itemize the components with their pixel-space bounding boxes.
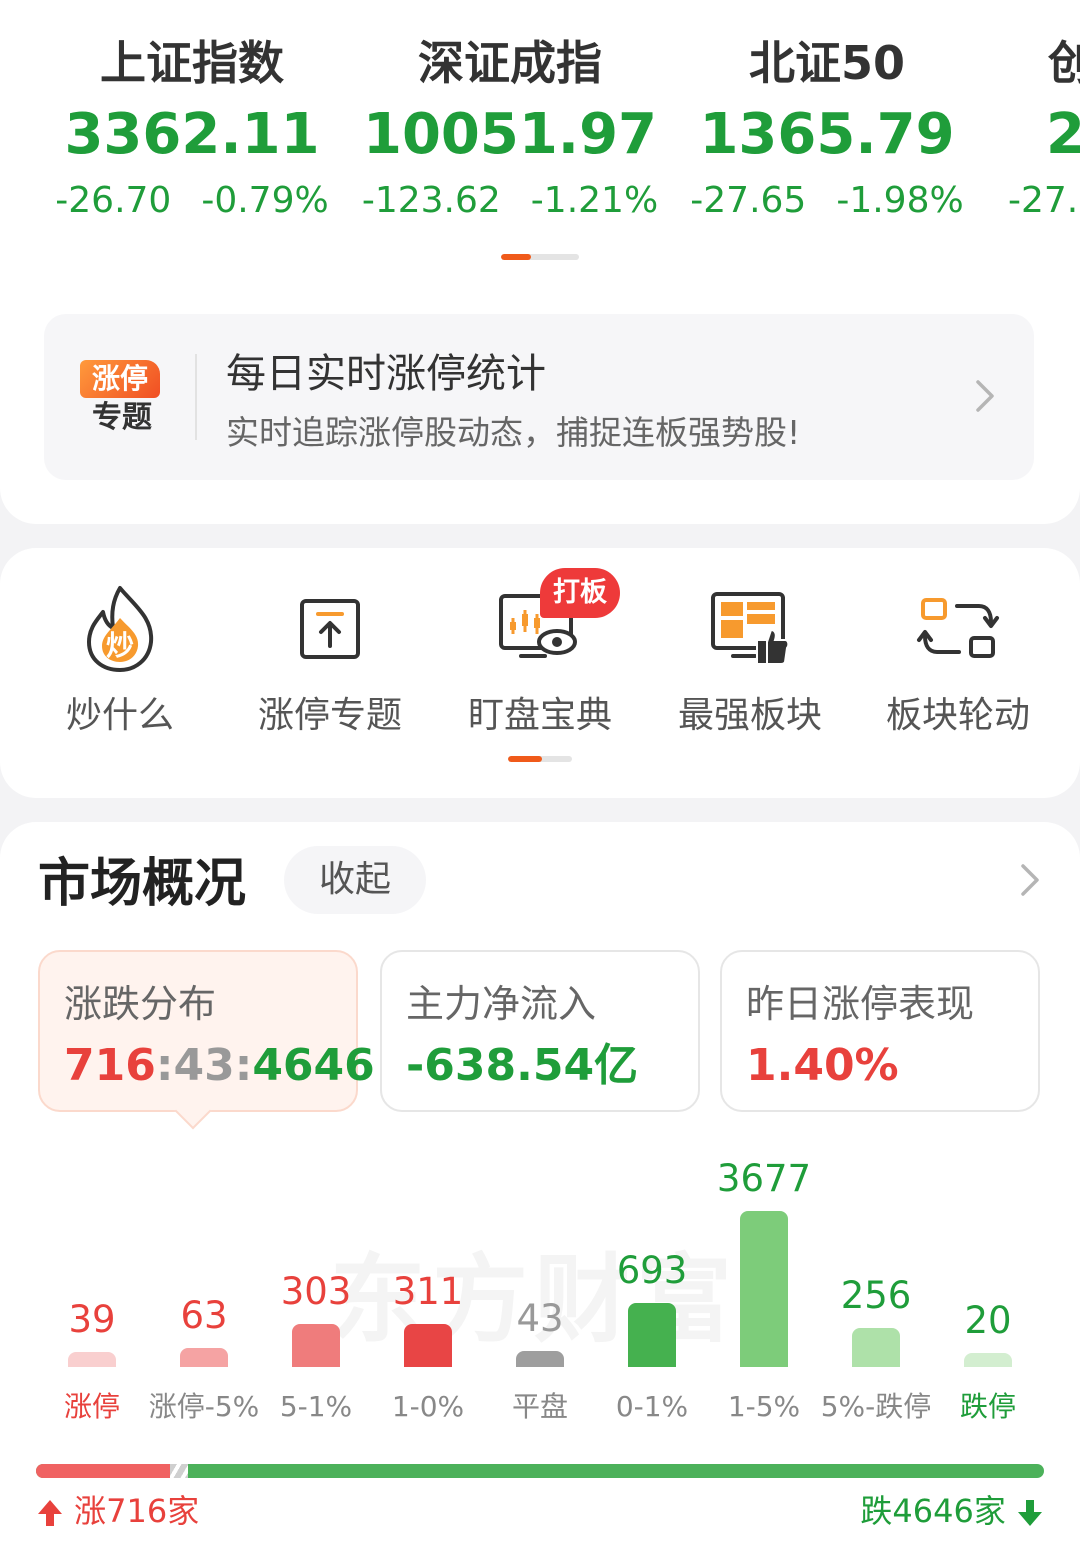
stat-card-distribution[interactable]: 涨跌分布 716:43:4646	[38, 950, 375, 1130]
fall-summary: 跌4646家	[860, 1488, 1044, 1534]
index-panel: 上证指数 3362.11 -26.70 -0.79% 深证成指 10051.97 …	[0, 0, 1080, 524]
tool-label: 板块轮动	[885, 695, 1030, 736]
distribution-count: 43	[516, 1297, 564, 1340]
distribution-bar	[740, 1211, 788, 1367]
stat-value: -638.54亿	[406, 1040, 639, 1091]
rise-summary: 涨716家	[36, 1488, 199, 1534]
flat-count: 43	[173, 1040, 235, 1091]
stat-label: 主力净流入	[406, 982, 597, 1026]
distribution-bar	[628, 1303, 676, 1367]
flame-icon: 炒	[75, 584, 165, 674]
index-change: -27.	[1008, 172, 1080, 230]
distribution-count: 256	[840, 1274, 912, 1317]
limit-up-logo: 涨停 专题	[80, 356, 160, 436]
index-item[interactable]: 北证50 1365.79 -27.65 -1.98%	[667, 30, 987, 230]
distribution-count: 20	[964, 1299, 1012, 1342]
tool-limit-up-topic[interactable]: 涨停专题	[230, 584, 430, 744]
board-thumb-icon	[705, 584, 795, 674]
index-item[interactable]: 深证成指 10051.97 -123.62 -1.21%	[350, 30, 670, 230]
distribution-count: 303	[280, 1270, 352, 1313]
tool-sector-rotation[interactable]: 板块轮动	[858, 584, 1058, 744]
collapse-button[interactable]: 收起	[284, 846, 426, 914]
distribution-label: 跌停	[959, 1390, 1016, 1423]
index-change-percent: -1.21%	[530, 180, 659, 221]
index-change-points: -27.65	[690, 180, 807, 221]
tool-label: 涨停专题	[257, 695, 402, 736]
index-name: 北证50	[748, 36, 905, 90]
rise-fall-ratio-bar	[36, 1464, 1044, 1478]
index-value: 1365.79	[699, 102, 955, 167]
stat-card-yesterday-limit-up[interactable]: 昨日涨停表现 1.40%	[720, 950, 1040, 1112]
index-change-points: -123.62	[361, 180, 501, 221]
stat-label: 昨日涨停表现	[746, 982, 975, 1026]
index-name: 深证成指	[418, 36, 602, 90]
distribution-bar	[516, 1351, 564, 1367]
chevron-right-icon	[976, 380, 994, 412]
tool-label: 最强板块	[677, 695, 822, 736]
tools-pager	[508, 756, 572, 762]
index-pager	[501, 254, 579, 260]
down-count: 4646	[252, 1040, 375, 1091]
distribution-bar	[964, 1353, 1012, 1367]
distribution-count: 39	[68, 1298, 116, 1341]
distribution-count: 311	[392, 1270, 464, 1313]
pager-active-dot	[508, 756, 542, 762]
distribution-bar	[180, 1348, 228, 1367]
stat-label: 涨跌分布	[64, 982, 217, 1026]
logo-bottom-text: 专题	[92, 400, 152, 435]
arrow-down-icon	[1018, 1500, 1042, 1526]
stat-card-net-inflow[interactable]: 主力净流入 -638.54亿	[380, 950, 700, 1112]
rise-text: 涨716家	[74, 1492, 200, 1530]
banner-divider	[195, 354, 197, 440]
tool-label: 盯盘宝典	[467, 695, 612, 736]
market-overview-panel: 市场概况 收起 涨跌分布 716:43:4646 主力净流入 -638.54亿 …	[0, 822, 1080, 1551]
index-change: -123.62 -1.21%	[350, 172, 670, 230]
ratio-flat-segment	[170, 1464, 188, 1478]
market-title: 市场概况	[38, 854, 247, 914]
distribution-count: 3677	[716, 1157, 812, 1200]
flame-icon-text: 炒	[106, 629, 134, 662]
fall-text: 跌4646家	[860, 1492, 1006, 1530]
arrow-up-icon	[38, 1500, 62, 1526]
distribution-count: 693	[616, 1249, 688, 1292]
logo-top-text: 涨停	[80, 360, 160, 398]
index-item[interactable]: 创 2 -27.	[1008, 30, 1080, 230]
index-name: 创	[1048, 36, 1080, 90]
ratio-rise-segment	[36, 1464, 170, 1478]
stat-value: 716:43:4646	[64, 1036, 375, 1096]
index-change: -27.65 -1.98%	[667, 172, 987, 230]
tool-strongest-sector[interactable]: 最强板块	[650, 584, 850, 744]
limit-up-banner[interactable]: 涨停 专题 每日实时涨停统计 实时追踪涨停股动态，捕捉连板强势股!	[44, 314, 1034, 480]
separator: :	[234, 1040, 253, 1091]
index-value: 2	[1046, 102, 1080, 167]
index-change-percent: -0.79%	[201, 180, 329, 221]
banner-subtitle: 实时追踪涨停股动态，捕捉连板强势股!	[226, 413, 801, 452]
index-item[interactable]: 上证指数 3362.11 -26.70 -0.79%	[32, 30, 352, 230]
active-pointer	[174, 1092, 212, 1130]
banner-title: 每日实时涨停统计	[226, 351, 546, 397]
rotate-icon	[913, 584, 1003, 674]
index-value: 3362.11	[64, 102, 320, 167]
distribution-bar	[292, 1324, 340, 1367]
distribution-count: 63	[180, 1294, 228, 1337]
index-change-points: -26.70	[55, 180, 172, 221]
tool-label: 炒什么	[65, 695, 174, 736]
tool-chao-shenme[interactable]: 炒 炒什么	[20, 584, 220, 744]
index-change: -26.70 -0.79%	[32, 172, 352, 230]
daban-badge: 打板	[540, 568, 620, 618]
distribution-bar	[68, 1352, 116, 1367]
chevron-right-icon[interactable]	[1016, 860, 1044, 900]
pager-active-dot	[501, 254, 531, 260]
index-change-points: -27.	[1008, 180, 1079, 221]
upload-box-icon	[285, 584, 375, 674]
index-name: 上证指数	[100, 36, 284, 90]
distribution-bar	[852, 1328, 900, 1367]
index-change-percent: -1.98%	[836, 180, 964, 221]
separator: :	[155, 1040, 174, 1091]
distribution-bar	[404, 1324, 452, 1367]
up-count: 716	[64, 1040, 156, 1091]
index-value: 10051.97	[362, 102, 658, 167]
stat-value: 1.40%	[746, 1040, 899, 1091]
